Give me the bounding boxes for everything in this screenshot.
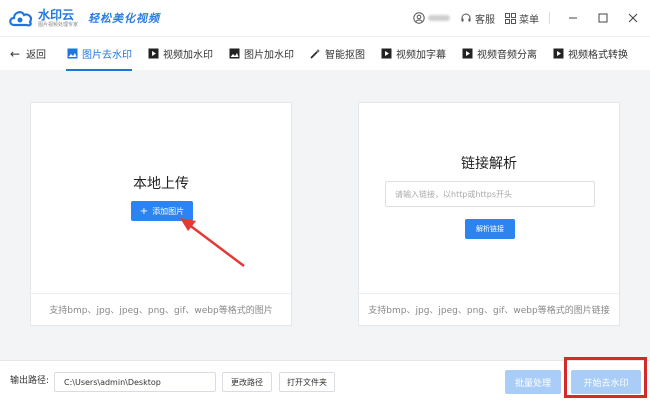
customer-service-button[interactable]: 客服 xyxy=(460,11,495,26)
app-name: 水印云 xyxy=(38,7,75,22)
maximize-button[interactable] xyxy=(590,8,616,28)
link-parse-title: 链接解析 xyxy=(461,156,517,172)
tab-smart-cutout[interactable]: 智能抠图 xyxy=(309,37,365,71)
video-icon xyxy=(380,48,392,60)
menu-label: 菜单 xyxy=(519,14,539,26)
red-highlight-box xyxy=(564,357,647,398)
local-upload-title: 本地上传 xyxy=(133,176,189,192)
open-folder-button[interactable]: 打开文件夹 xyxy=(279,372,335,392)
tab-video-audio-separate[interactable]: 视频音频分离 xyxy=(461,37,537,71)
output-path-field[interactable]: C:\Users\admin\Desktop xyxy=(54,372,216,392)
add-image-button[interactable]: + 添加图片 xyxy=(131,201,193,221)
minimize-button[interactable] xyxy=(560,8,586,28)
back-label: 返回 xyxy=(26,50,47,61)
change-path-button[interactable]: 更改路径 xyxy=(222,372,272,392)
user-icon xyxy=(413,12,425,24)
back-arrow-icon: ← xyxy=(10,46,21,61)
local-upload-panel[interactable]: 本地上传 + 添加图片 支持bmp、jpg、jpeg、png、gif、webp等… xyxy=(30,102,292,326)
tab-label: 视频加水印 xyxy=(163,50,213,61)
minimize-icon xyxy=(569,17,577,19)
tab-label: 图片加水印 xyxy=(244,50,294,61)
tab-video-add-subtitle[interactable]: 视频加字幕 xyxy=(380,37,446,71)
video-icon xyxy=(147,48,159,60)
tool-navbar: ← 返回 图片去水印 视频加水印 图片加水印 智能抠图 视频加字幕 视频音频分离… xyxy=(0,36,650,71)
tab-label: 图片去水印 xyxy=(82,50,132,61)
tab-label: 视频格式转换 xyxy=(568,50,628,61)
tab-label: 视频音频分离 xyxy=(477,50,537,61)
bottom-bar: 输出路径: C:\Users\admin\Desktop 更改路径 打开文件夹 … xyxy=(0,360,650,400)
image-icon xyxy=(228,48,240,60)
title-bar: 水印云 图片视频处理专家 轻松美化视频 客服 菜单 xyxy=(0,0,650,36)
plus-icon: + xyxy=(139,205,149,217)
video-icon xyxy=(461,48,473,60)
close-button[interactable] xyxy=(620,8,646,28)
user-account[interactable] xyxy=(413,12,450,24)
tab-label: 视频加字幕 xyxy=(396,50,446,61)
magic-wand-icon xyxy=(309,48,321,60)
app-logo: 水印云 图片视频处理专家 xyxy=(8,8,78,28)
maximize-icon xyxy=(598,13,608,23)
customer-service-label: 客服 xyxy=(475,14,495,26)
output-path-label: 输出路径: xyxy=(10,376,50,386)
video-icon xyxy=(552,48,564,60)
link-input[interactable]: 请输入链接，以http或https开头 xyxy=(385,181,595,207)
add-image-label: 添加图片 xyxy=(152,206,185,216)
close-icon xyxy=(628,13,638,23)
back-button[interactable]: ← 返回 xyxy=(10,46,66,62)
tab-video-format-convert[interactable]: 视频格式转换 xyxy=(552,37,628,71)
cloud-logo-icon xyxy=(8,8,34,28)
menu-button[interactable]: 菜单 xyxy=(505,11,539,26)
grid-menu-icon xyxy=(505,12,516,24)
tab-label: 智能抠图 xyxy=(325,50,365,61)
tab-image-add-watermark[interactable]: 图片加水印 xyxy=(228,37,294,71)
app-slogan: 轻松美化视频 xyxy=(88,12,161,25)
headset-icon xyxy=(461,13,471,22)
titlebar-divider xyxy=(549,12,550,24)
batch-process-button[interactable]: 批量处理 xyxy=(505,370,561,394)
link-formats-hint: 支持bmp、jpg、jpeg、png、gif、webp等格式的图片链接 xyxy=(359,293,619,325)
username-blurred xyxy=(428,15,450,21)
tab-image-remove-watermark[interactable]: 图片去水印 xyxy=(66,37,132,71)
link-parse-panel: 链接解析 请输入链接，以http或https开头 解析链接 支持bmp、jpg、… xyxy=(358,102,620,326)
upload-formats-hint: 支持bmp、jpg、jpeg、png、gif、webp等格式的图片 xyxy=(31,293,291,325)
parse-link-button[interactable]: 解析链接 xyxy=(465,219,515,239)
image-icon xyxy=(66,48,78,60)
tab-video-add-watermark[interactable]: 视频加水印 xyxy=(147,37,213,71)
app-subtitle: 图片视频处理专家 xyxy=(38,21,79,28)
